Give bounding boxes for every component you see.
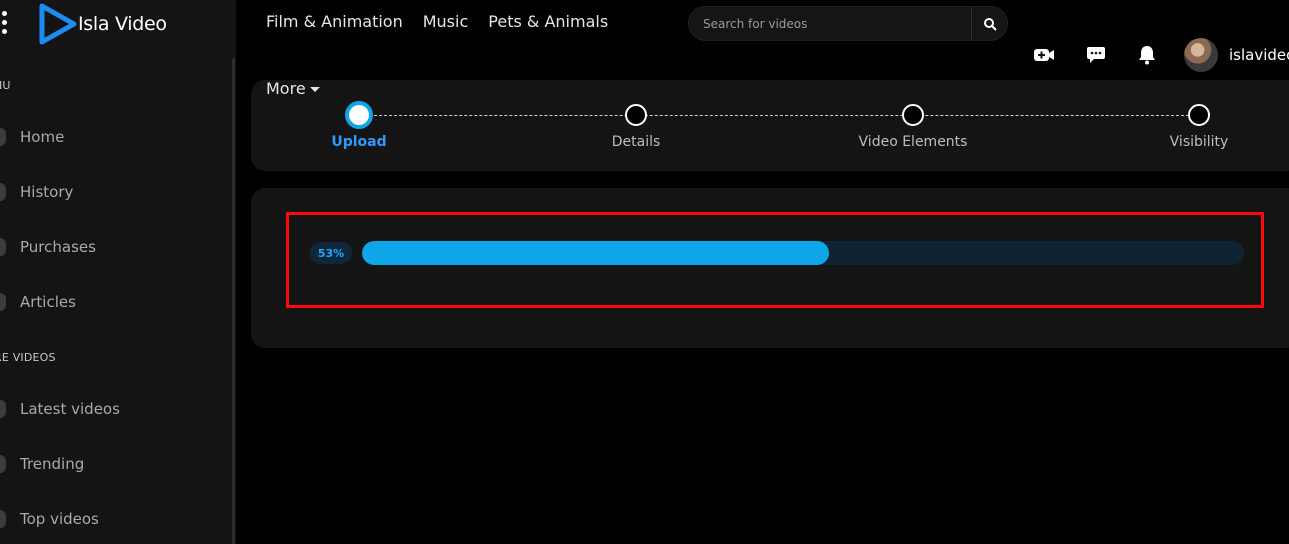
step-label-video-elements[interactable]: Video Elements (859, 134, 968, 150)
sidebar-item-label: Latest videos (20, 400, 120, 418)
upload-progress-fill (362, 241, 830, 265)
caret-down-icon (309, 87, 320, 92)
nav-pets-animals[interactable]: Pets & Animals (488, 12, 608, 31)
sidebar: Isla Video NU Home History Purchases Art… (0, 0, 236, 544)
upload-steps-panel (251, 80, 1289, 171)
logo-text: Isla Video (78, 13, 167, 35)
sidebar-item-articles[interactable]: Articles (0, 287, 76, 317)
logo[interactable]: Isla Video (38, 3, 167, 45)
articles-icon (0, 293, 6, 311)
notifications-button[interactable] (1135, 44, 1159, 66)
steps-connector (359, 115, 1199, 116)
sidebar-item-label: Top videos (20, 510, 99, 528)
trending-icon (0, 455, 6, 473)
sidebar-item-label: History (20, 183, 74, 201)
sidebar-item-label: Purchases (20, 238, 96, 256)
sidebar-item-home[interactable]: Home (0, 122, 64, 152)
search-bar (688, 6, 1008, 41)
sidebar-item-latest-videos[interactable]: Latest videos (0, 394, 120, 424)
top-icon (0, 510, 6, 528)
category-nav: Film & Animation Music Pets & Animals (266, 12, 608, 31)
more-label: More (266, 79, 306, 98)
step-dot-details[interactable] (625, 104, 647, 126)
step-label-upload[interactable]: Upload (331, 134, 386, 150)
search-input[interactable] (689, 16, 971, 31)
sidebar-item-label: Trending (20, 455, 85, 473)
sidebar-scrollbar[interactable] (232, 58, 235, 544)
more-dropdown[interactable]: More (266, 79, 320, 98)
sidebar-item-top-videos[interactable]: Top videos (0, 504, 99, 534)
home-icon (0, 128, 6, 146)
avatar[interactable] (1184, 38, 1218, 72)
step-dot-video-elements[interactable] (902, 104, 924, 126)
sidebar-item-purchases[interactable]: Purchases (0, 232, 96, 262)
sidebar-item-trending[interactable]: Trending (0, 449, 84, 479)
nav-film-animation[interactable]: Film & Animation (266, 12, 403, 31)
video-add-icon (1034, 49, 1054, 61)
sidebar-item-history[interactable]: History (0, 177, 73, 207)
search-icon (983, 17, 997, 31)
progress-percent-badge: 53% (310, 242, 352, 264)
history-icon (0, 183, 6, 201)
upload-progress-bar (362, 241, 1244, 265)
username[interactable]: islavideo (1229, 46, 1289, 64)
latest-icon (0, 400, 6, 418)
step-label-details[interactable]: Details (612, 134, 661, 150)
step-dot-upload[interactable] (345, 101, 373, 129)
chat-icon (1087, 47, 1105, 63)
section-label-more-videos: RE VIDEOS (0, 351, 56, 364)
messages-button[interactable] (1084, 44, 1108, 66)
step-dot-visibility[interactable] (1188, 104, 1210, 126)
bell-icon (1139, 46, 1155, 65)
purchases-icon (0, 238, 6, 256)
sidebar-item-label: Articles (20, 293, 76, 311)
sidebar-item-label: Home (20, 128, 65, 146)
search-button[interactable] (971, 7, 1007, 40)
logo-icon (39, 3, 77, 45)
step-label-visibility[interactable]: Visibility (1170, 134, 1229, 150)
menu-toggle-icon[interactable] (2, 11, 8, 37)
upload-video-button[interactable] (1032, 44, 1056, 66)
nav-music[interactable]: Music (423, 12, 469, 31)
section-label-menu: NU (0, 79, 11, 92)
